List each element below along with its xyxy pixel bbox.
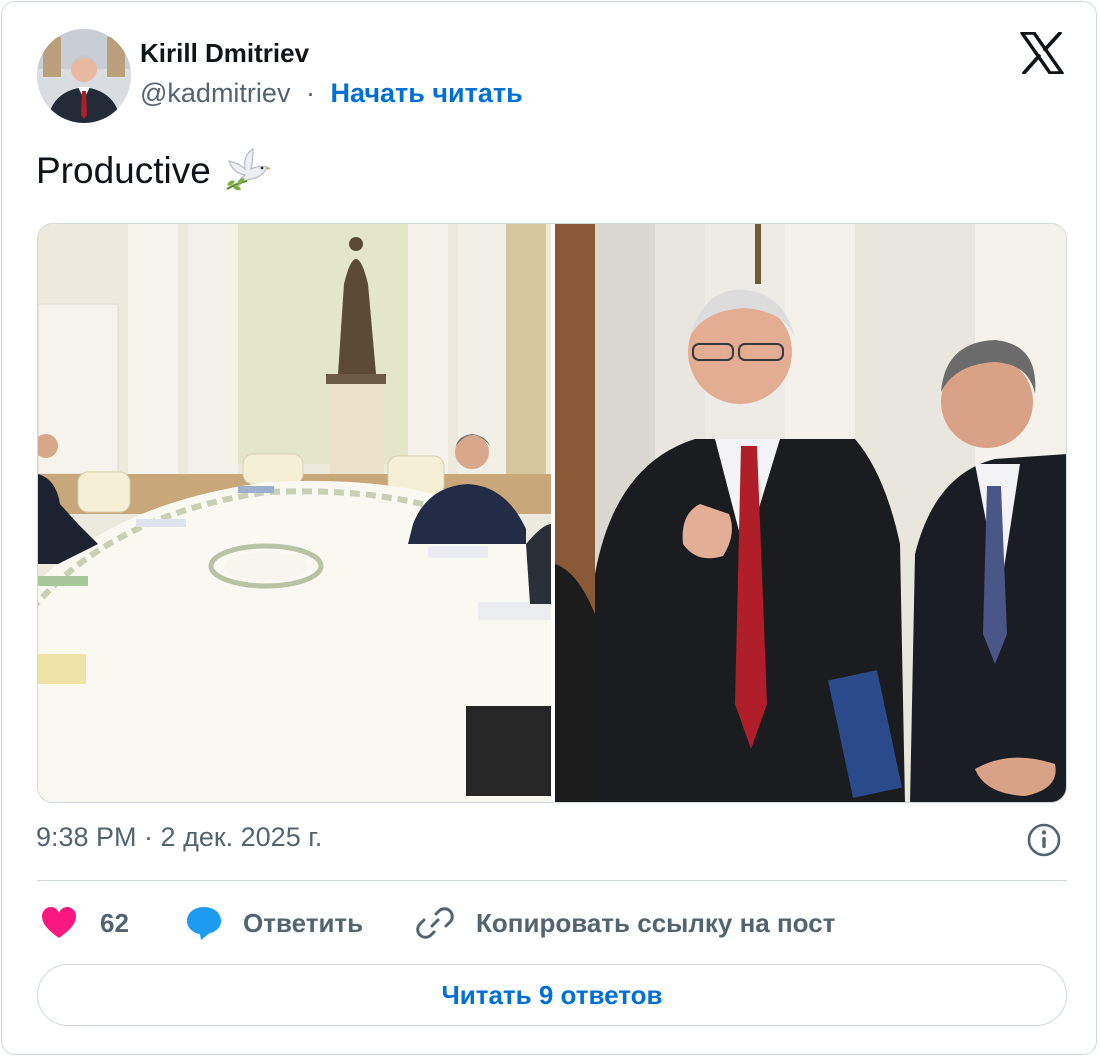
x-logo-icon[interactable] (1020, 31, 1064, 75)
author-avatar[interactable] (37, 29, 131, 123)
link-icon (416, 904, 454, 942)
divider (37, 880, 1067, 881)
tweet-card: Kirill Dmitriev @kadmitriev · Начать чит… (1, 1, 1097, 1055)
copy-link-label: Копировать ссылку на пост (476, 907, 836, 938)
media-grid (37, 223, 1067, 803)
info-icon[interactable] (1026, 822, 1062, 858)
author-handle-row: @kadmitriev · Начать читать (140, 78, 523, 109)
like-count: 62 (100, 907, 129, 938)
photo-two-men[interactable] (555, 224, 1066, 802)
read-replies-button[interactable]: Читать 9 ответов (37, 964, 1067, 1026)
tweet-body: Productive (36, 150, 211, 191)
reply-bubble-icon (185, 904, 223, 942)
reply-button[interactable]: Ответить (185, 902, 363, 944)
like-button[interactable]: 62 (40, 902, 129, 944)
author-handle[interactable]: @kadmitriev (140, 78, 290, 108)
tweet-text: Productive (36, 147, 273, 196)
handle-separator: · (305, 78, 315, 108)
tweet-timestamp[interactable]: 9:38 PM · 2 дек. 2025 г. (36, 822, 322, 853)
copy-link-button[interactable]: Копировать ссылку на пост (416, 902, 835, 944)
dove-with-olive-branch-icon (223, 147, 273, 193)
reply-label: Ответить (243, 907, 364, 938)
follow-link[interactable]: Начать читать (330, 78, 522, 108)
photo-meeting-table[interactable] (38, 224, 551, 802)
heart-icon (40, 906, 78, 940)
author-name[interactable]: Kirill Dmitriev (140, 38, 309, 69)
